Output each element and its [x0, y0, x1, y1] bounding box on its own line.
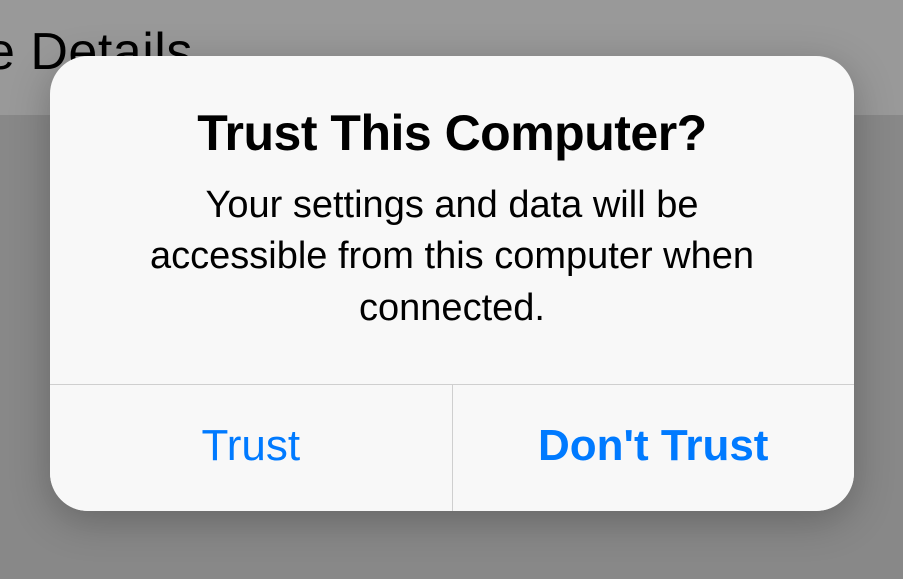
trust-button[interactable]: Trust: [50, 385, 453, 511]
trust-computer-dialog: Trust This Computer? Your settings and d…: [50, 56, 854, 511]
dialog-message: Your settings and data will be accessibl…: [118, 180, 786, 334]
dialog-title: Trust This Computer?: [118, 104, 786, 162]
dialog-content: Trust This Computer? Your settings and d…: [50, 56, 854, 384]
dont-trust-button[interactable]: Don't Trust: [453, 385, 855, 511]
dialog-button-row: Trust Don't Trust: [50, 384, 854, 511]
